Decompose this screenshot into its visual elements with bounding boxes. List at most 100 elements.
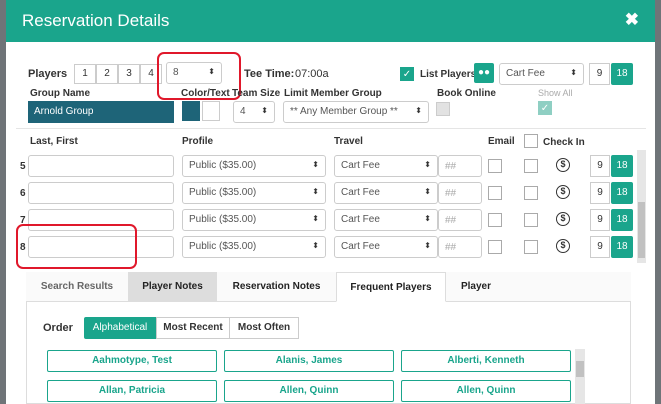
- holes-18-button[interactable]: 18: [611, 236, 633, 258]
- team-size-value: 4: [240, 106, 246, 117]
- profile-value: Public ($35.00): [189, 160, 257, 171]
- players-label: Players: [28, 68, 68, 80]
- check-in-checkbox[interactable]: [524, 186, 538, 200]
- holes-18-button[interactable]: 18: [611, 182, 633, 204]
- row-number: 5: [20, 161, 26, 172]
- updown-caret-icon: ⬍: [312, 187, 319, 196]
- group-color-swatch[interactable]: [182, 101, 200, 121]
- email-checkbox[interactable]: [488, 186, 502, 200]
- players-count-3[interactable]: 3: [118, 64, 140, 84]
- travel-value: Cart Fee: [341, 187, 380, 198]
- order-most-often-button[interactable]: Most Often: [229, 317, 299, 339]
- frequent-player-button[interactable]: Alanis, James: [224, 350, 394, 372]
- tab-player[interactable]: Player: [446, 272, 506, 302]
- col-email: Email: [488, 136, 515, 147]
- holes-input[interactable]: ##: [438, 236, 482, 258]
- holes-9-button[interactable]: 9: [590, 236, 610, 258]
- book-online-label: Book Online: [437, 88, 496, 99]
- rows-scrollbar-thumb[interactable]: [638, 202, 645, 258]
- tab-reservation-notes[interactable]: Reservation Notes: [217, 272, 336, 302]
- profile-select[interactable]: Public ($35.00) ⬍: [182, 182, 326, 204]
- rows-scrollbar[interactable]: [637, 150, 646, 263]
- check-in-checkbox[interactable]: [524, 159, 538, 173]
- check-in-all-checkbox[interactable]: [524, 134, 538, 148]
- holes-input[interactable]: ##: [438, 182, 482, 204]
- limit-member-group-value: ** Any Member Group **: [290, 106, 398, 117]
- email-checkbox[interactable]: [488, 240, 502, 254]
- player-name-input[interactable]: [28, 182, 174, 204]
- profile-value: Public ($35.00): [189, 214, 257, 225]
- frequent-player-button[interactable]: Allan, Patricia: [47, 380, 217, 402]
- frequent-players-scrollbar[interactable]: [575, 349, 585, 404]
- holes-18-button[interactable]: 18: [611, 63, 633, 85]
- holes-9-button[interactable]: 9: [590, 182, 610, 204]
- player-row: 6 Public ($35.00) ⬍ Cart Fee ⬍ ## $ 9 18: [16, 181, 634, 208]
- team-size-label: Team Size: [232, 88, 281, 99]
- check-in-checkbox[interactable]: [524, 213, 538, 227]
- order-alphabetical-button[interactable]: Alphabetical: [84, 317, 156, 339]
- holes-input[interactable]: ##: [438, 209, 482, 231]
- show-all-checkbox[interactable]: ✓: [538, 101, 552, 115]
- limit-member-group-select[interactable]: ** Any Member Group ** ⬍: [283, 101, 429, 123]
- show-all-label: Show All: [538, 88, 573, 98]
- frequent-player-button[interactable]: Allen, Quinn: [224, 380, 394, 402]
- email-checkbox[interactable]: [488, 159, 502, 173]
- tee-time-label: Tee Time:: [244, 68, 295, 80]
- reservation-modal: Reservation Details ✖ Players 1 2 3 4 8 …: [6, 0, 655, 404]
- updown-caret-icon: ⬍: [424, 241, 431, 250]
- travel-select[interactable]: Cart Fee ⬍: [334, 236, 438, 258]
- updown-caret-icon: ⬍: [312, 241, 319, 250]
- travel-select[interactable]: Cart Fee ⬍: [334, 209, 438, 231]
- group-users-icon[interactable]: ●●: [474, 63, 494, 83]
- payment-coin-icon[interactable]: $: [556, 158, 570, 172]
- updown-caret-icon: ⬍: [570, 68, 577, 77]
- col-profile: Profile: [182, 136, 214, 147]
- travel-select[interactable]: Cart Fee ⬍: [334, 182, 438, 204]
- player-row: 5 Public ($35.00) ⬍ Cart Fee ⬍ ## $ 9 18: [16, 154, 634, 181]
- color-text-label: Color/Text: [181, 88, 230, 99]
- team-size-select[interactable]: 4 ⬍: [233, 101, 275, 123]
- payment-coin-icon[interactable]: $: [556, 212, 570, 226]
- order-label: Order: [43, 322, 73, 334]
- profile-select[interactable]: Public ($35.00) ⬍: [182, 155, 326, 177]
- frequent-player-button[interactable]: Aahmotype, Test: [47, 350, 217, 372]
- players-count-2[interactable]: 2: [96, 64, 118, 84]
- tab-player-notes[interactable]: Player Notes: [128, 272, 217, 302]
- holes-input[interactable]: ##: [438, 155, 482, 177]
- check-in-checkbox[interactable]: [524, 240, 538, 254]
- divider: [16, 128, 646, 129]
- updown-caret-icon: ⬍: [424, 160, 431, 169]
- frequent-player-button[interactable]: Allen, Quinn: [401, 380, 571, 402]
- travel-select[interactable]: Cart Fee ⬍: [334, 155, 438, 177]
- list-players-checkbox[interactable]: ✓: [400, 67, 414, 81]
- holes-9-button[interactable]: 9: [589, 63, 610, 85]
- profile-select[interactable]: Public ($35.00) ⬍: [182, 209, 326, 231]
- tab-frequent-players[interactable]: Frequent Players: [336, 272, 446, 302]
- email-checkbox[interactable]: [488, 213, 502, 227]
- group-name-input[interactable]: Arnold Group: [28, 101, 174, 123]
- players-count-1[interactable]: 1: [74, 64, 96, 84]
- profile-value: Public ($35.00): [189, 187, 257, 198]
- modal-title: Reservation Details: [22, 11, 170, 30]
- fee-select[interactable]: Cart Fee ⬍: [499, 63, 584, 85]
- frequent-player-button[interactable]: Alberti, Kenneth: [401, 350, 571, 372]
- tab-search-results[interactable]: Search Results: [26, 272, 128, 302]
- payment-coin-icon[interactable]: $: [556, 185, 570, 199]
- travel-value: Cart Fee: [341, 160, 380, 171]
- modal-header: Reservation Details ✖: [6, 0, 655, 42]
- profile-select[interactable]: Public ($35.00) ⬍: [182, 236, 326, 258]
- frequent-players-scrollbar-thumb[interactable]: [576, 361, 584, 377]
- updown-caret-icon: ⬍: [312, 214, 319, 223]
- holes-9-button[interactable]: 9: [590, 209, 610, 231]
- updown-caret-icon: ⬍: [261, 106, 268, 115]
- payment-coin-icon[interactable]: $: [556, 239, 570, 253]
- book-online-checkbox[interactable]: [436, 102, 450, 116]
- close-icon[interactable]: ✖: [625, 10, 639, 30]
- holes-18-button[interactable]: 18: [611, 155, 633, 177]
- group-text-color-swatch[interactable]: [202, 101, 220, 121]
- highlight-row-8-name: [16, 224, 137, 269]
- player-name-input[interactable]: [28, 155, 174, 177]
- holes-18-button[interactable]: 18: [611, 209, 633, 231]
- holes-9-button[interactable]: 9: [590, 155, 610, 177]
- order-most-recent-button[interactable]: Most Recent: [156, 317, 230, 339]
